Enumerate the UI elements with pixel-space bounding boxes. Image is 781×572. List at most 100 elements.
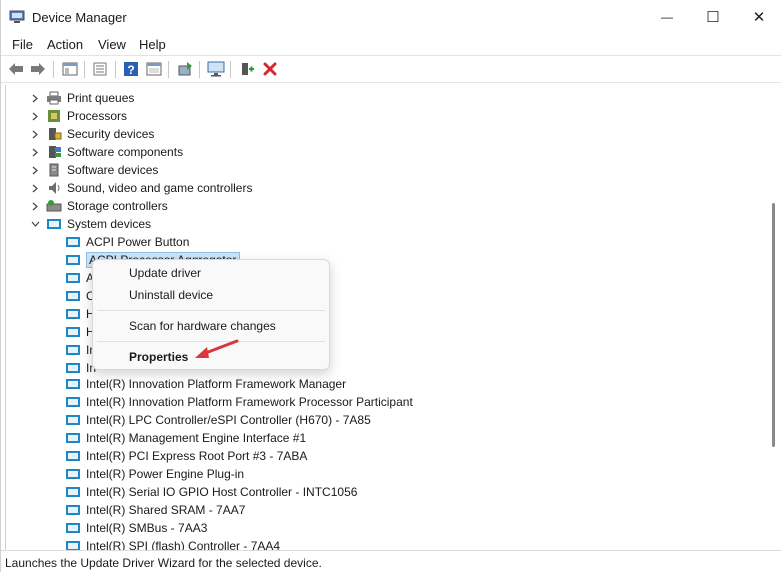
status-bar: Launches the Update Driver Wizard for th… [1, 550, 781, 572]
system-device-icon [66, 541, 80, 550]
tree-category-system-devices[interactable]: System devices [46, 215, 151, 233]
expand-chevron-icon[interactable] [30, 183, 40, 193]
update-driver-toolbar-button[interactable] [176, 60, 194, 78]
red-x-icon [263, 62, 277, 76]
tree-category-label: Software components [67, 145, 184, 159]
context-menu-uninstall-device[interactable]: Uninstall device [129, 288, 213, 302]
storage-icon [46, 200, 62, 212]
context-menu-separator [97, 310, 325, 311]
help-icon: ? [124, 62, 138, 77]
add-driver-toolbar-button[interactable] [238, 60, 256, 78]
tree-device-item[interactable]: Intel(R) Shared SRAM - 7AA7 [65, 501, 245, 519]
tree-device-item[interactable]: Intel(R) Serial IO GPIO Host Controller … [65, 483, 357, 501]
tree-category-label: Security devices [67, 127, 155, 141]
tree-category-software-components[interactable]: Software components [46, 143, 183, 161]
system-device-icon [66, 255, 80, 265]
tree-device-item[interactable]: H [65, 323, 95, 341]
tree-device-label: Intel(R) LPC Controller/eSPI Controller … [86, 413, 371, 427]
scrollbar-thumb[interactable] [772, 203, 775, 447]
system-device-icon [66, 433, 80, 443]
properties-toolbar-button[interactable] [91, 60, 109, 78]
back-button[interactable] [7, 60, 25, 78]
maximize-button[interactable]: ☐ [690, 0, 736, 34]
device-manager-app-icon [9, 10, 25, 23]
toolbar-separator [168, 61, 169, 78]
status-text: Launches the Update Driver Wizard for th… [5, 556, 322, 570]
toolbar-separator [115, 61, 116, 78]
expand-chevron-icon[interactable] [30, 147, 40, 157]
tree-device-item[interactable]: ACPI Power Button [65, 233, 189, 251]
context-menu-update-driver[interactable]: Update driver [129, 266, 201, 280]
tree-category-security-devices[interactable]: Security devices [46, 125, 154, 143]
tree-device-item[interactable]: Intel(R) Management Engine Interface #1 [65, 429, 306, 447]
add-device-icon [242, 63, 254, 75]
tree-category-sound-video-game[interactable]: Sound, video and game controllers [46, 179, 252, 197]
tree-vertical-scrollbar[interactable] [767, 85, 781, 550]
title-bar: Device Manager — ☐ ✕ [1, 0, 781, 34]
expand-chevron-icon[interactable] [30, 93, 40, 103]
expand-chevron-icon[interactable] [30, 129, 40, 139]
tree-category-label: Software devices [67, 163, 159, 177]
maximize-icon: ☐ [706, 9, 720, 26]
view-window-icon [146, 62, 162, 76]
tree-device-item[interactable]: Intel(R) Innovation Platform Framework M… [65, 375, 346, 393]
menu-help[interactable]: Help [139, 37, 166, 52]
tree-category-label: Sound, video and game controllers [67, 181, 253, 195]
processor-icon [48, 110, 60, 122]
software-component-icon [49, 146, 61, 158]
minimize-icon: — [661, 10, 673, 24]
tree-device-item[interactable]: Intel(R) SPI (flash) Controller - 7AA4 [65, 537, 280, 550]
context-menu-scan-hardware[interactable]: Scan for hardware changes [129, 319, 276, 333]
tree-device-item[interactable]: Intel(R) LPC Controller/eSPI Controller … [65, 411, 371, 429]
menu-action[interactable]: Action [47, 37, 83, 52]
forward-arrow-icon [31, 63, 45, 75]
system-device-icon [66, 291, 80, 301]
view-toolbar-button[interactable] [145, 60, 163, 78]
minimize-button[interactable]: — [644, 0, 690, 34]
tree-device-label: Intel(R) Shared SRAM - 7AA7 [86, 503, 246, 517]
menu-file[interactable]: File [12, 37, 33, 52]
expand-chevron-icon[interactable] [30, 111, 40, 121]
close-button[interactable]: ✕ [736, 0, 781, 34]
expand-chevron-icon[interactable] [30, 165, 40, 175]
help-toolbar-button[interactable]: ? [122, 60, 140, 78]
svg-text:?: ? [127, 63, 134, 77]
tree-device-item[interactable]: Intel(R) PCI Express Root Port #3 - 7ABA [65, 447, 307, 465]
system-device-icon [66, 469, 80, 479]
tree-category-storage-controllers[interactable]: Storage controllers [46, 197, 168, 215]
tree-device-item[interactable]: Intel(R) SMBus - 7AA3 [65, 519, 207, 537]
tree-category-processors[interactable]: Processors [46, 107, 127, 125]
back-arrow-icon [9, 63, 23, 75]
uninstall-toolbar-button[interactable] [261, 60, 279, 78]
tree-device-item[interactable]: Intel(R) Power Engine Plug-in [65, 465, 244, 483]
security-icon [49, 128, 62, 140]
tree-device-item[interactable]: Intel(R) Innovation Platform Framework P… [65, 393, 413, 411]
tree-device-label: Intel(R) PCI Express Root Port #3 - 7ABA [86, 449, 308, 463]
system-device-icon [66, 309, 80, 319]
tree-device-label: ACPI Power Button [86, 235, 190, 249]
system-device-icon [66, 363, 80, 373]
tree-category-software-devices[interactable]: Software devices [46, 161, 158, 179]
close-icon: ✕ [752, 9, 766, 26]
system-device-icon [66, 523, 80, 533]
tree-device-label: Intel(R) SPI (flash) Controller - 7AA4 [86, 539, 281, 550]
collapse-chevron-icon[interactable] [30, 219, 40, 229]
tree-device-label: Intel(R) Serial IO GPIO Host Controller … [86, 485, 358, 499]
tree-device-label: Intel(R) Power Engine Plug-in [86, 467, 245, 481]
scan-hardware-toolbar-button[interactable] [207, 60, 225, 78]
console-tree-icon [62, 62, 78, 76]
show-hide-console-tree-button[interactable] [61, 60, 79, 78]
update-driver-icon [178, 62, 192, 76]
tree-device-label: Intel(R) Innovation Platform Framework P… [86, 395, 413, 409]
expand-chevron-icon[interactable] [30, 201, 40, 211]
tree-category-print-queues[interactable]: Print queues [46, 89, 134, 107]
tree-device-item[interactable]: A [65, 269, 94, 287]
window-title: Device Manager [32, 10, 127, 25]
forward-button[interactable] [29, 60, 47, 78]
menu-view[interactable]: View [98, 37, 126, 52]
monitor-scan-icon [207, 61, 225, 77]
context-menu-properties[interactable]: Properties [129, 350, 188, 364]
toolbar: ? [1, 55, 781, 83]
tree-device-item[interactable]: H [65, 305, 95, 323]
tree-device-item[interactable]: C [65, 287, 95, 305]
